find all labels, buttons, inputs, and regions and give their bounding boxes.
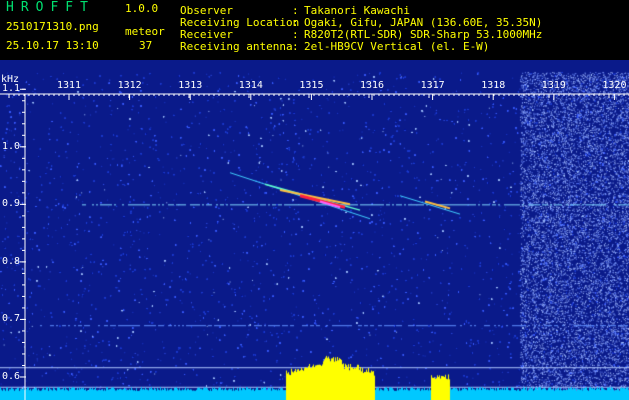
x-tick-label: 1319 <box>541 80 566 91</box>
x-tick-label: 1320 <box>602 80 627 91</box>
x-tick-label: 1316 <box>360 80 385 91</box>
y-tick-label: 0.9 <box>2 198 21 210</box>
x-tick-label: 1314 <box>238 80 263 91</box>
antenna-label: Receiving antenna <box>180 40 293 53</box>
antenna-colon: : <box>292 40 299 53</box>
meteor-count: 37 <box>139 39 153 52</box>
y-tick-label: 0.7 <box>2 313 21 325</box>
x-tick-label: 1312 <box>117 80 142 91</box>
y-tick-label: 1.1 <box>2 83 21 95</box>
x-tick-label: 1315 <box>299 80 324 91</box>
x-tick-label: 1318 <box>481 80 506 91</box>
y-tick-label: 1.0 <box>2 140 21 152</box>
x-tick-label: 1317 <box>420 80 445 91</box>
meteor-label: meteor <box>125 25 165 38</box>
axis-svg <box>0 88 629 400</box>
app-title: HROFFT <box>6 0 95 15</box>
antenna-value: 2el-HB9CV Vertical (el. E-W) <box>304 40 490 53</box>
timestamp-label: 25.10.17 13:10 <box>6 39 99 52</box>
x-tick-label: 1313 <box>178 80 203 91</box>
spectrogram-axes: 1311 1312 1313 1314 1315 1316 1317 1318 1319 1320… <box>0 60 629 400</box>
filename-label: 2510171310.png <box>6 20 99 33</box>
app-version: 1.0.0 <box>125 2 159 15</box>
x-tick-label: 1311 <box>57 80 82 91</box>
header-panel: HROFFT 1.0.0 2510171310.png 25.10.17 13:… <box>0 0 629 60</box>
y-tick-label: 0.6 <box>2 370 21 382</box>
y-tick-label: 0.8 <box>2 255 21 267</box>
